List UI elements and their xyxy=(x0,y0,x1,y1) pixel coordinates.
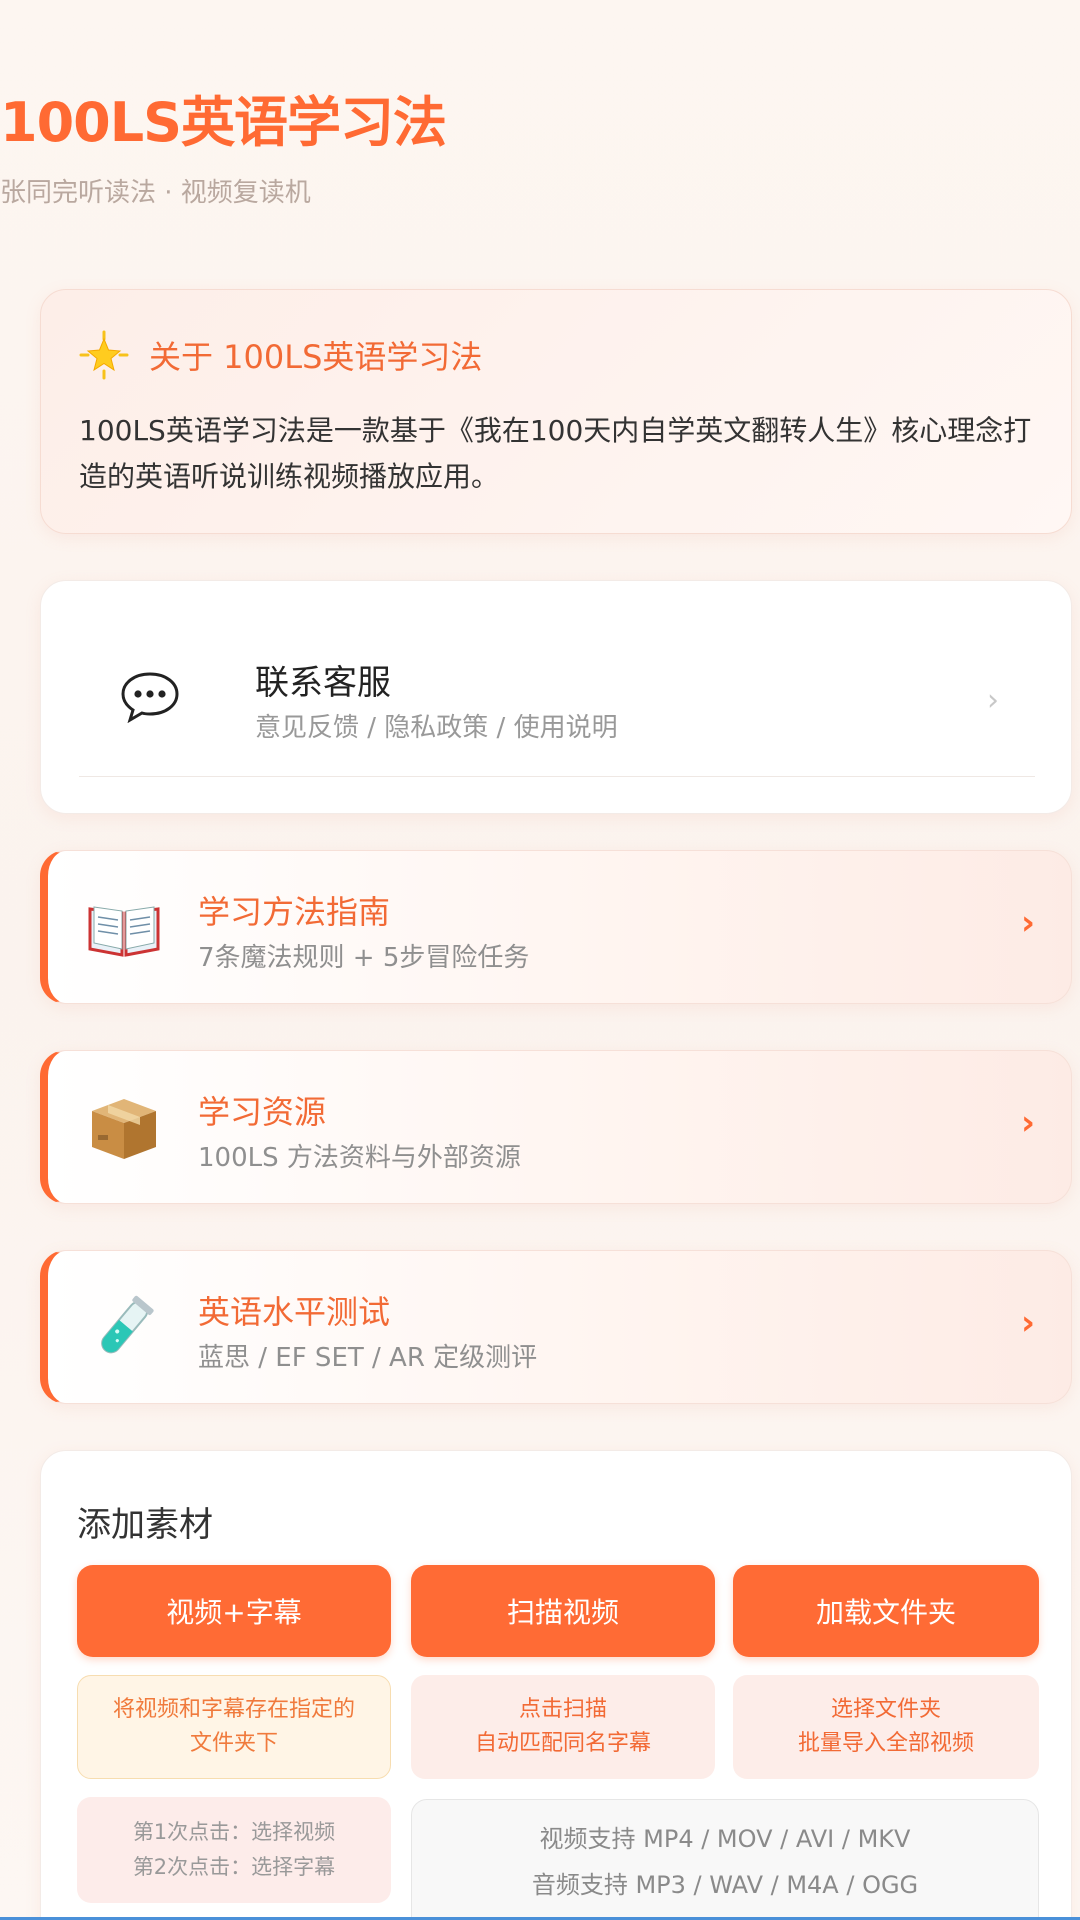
video-subtitle-button[interactable]: 视频+字幕 xyxy=(77,1565,391,1657)
step-line: 第1次点击：选择视频 xyxy=(132,1820,336,1844)
package-box-icon xyxy=(92,1099,156,1159)
hint-line: 点击扫描 xyxy=(518,1697,607,1722)
load-folder-hint: 选择文件夹 批量导入全部视频 xyxy=(733,1675,1039,1779)
menu-item-title: 学习方法指南 xyxy=(198,893,391,931)
contact-card: 联系客服 意见反馈 / 隐私政策 / 使用说明 › xyxy=(40,580,1072,814)
hint-line: 自动匹配同名字幕 xyxy=(474,1731,651,1756)
menu-item-english-test[interactable]: 英语水平测试 蓝思 / EF SET / AR 定级测评 › xyxy=(40,1250,1072,1404)
scan-video-hint: 点击扫描 自动匹配同名字幕 xyxy=(411,1675,715,1779)
add-material-card: 添加素材 视频+字幕 扫描视频 加载文件夹 将视频和字幕存在指定的 文件夹下 点… xyxy=(40,1450,1072,1920)
chevron-right-icon: › xyxy=(1020,1103,1035,1143)
open-book-icon xyxy=(88,906,160,957)
speech-bubble-icon xyxy=(121,672,179,723)
scan-video-button[interactable]: 扫描视频 xyxy=(411,1565,715,1657)
supported-formats-note: 视频支持 MP4 / MOV / AVI / MKV 音频支持 MP3 / WA… xyxy=(411,1799,1039,1920)
menu-item-study-guide[interactable]: 学习方法指南 7条魔法规则 + 5步冒险任务 › xyxy=(40,850,1072,1004)
hint-line: 文件夹下 xyxy=(189,1731,278,1756)
contact-support-row[interactable]: 联系客服 意见反馈 / 隐私政策 / 使用说明 › xyxy=(79,581,1035,777)
chevron-right-icon: › xyxy=(1020,1303,1035,1343)
about-card: 关于 100LS英语学习法 100LS英语学习法是一款基于《我在100天内自学英… xyxy=(40,289,1072,534)
about-description: 100LS英语学习法是一款基于《我在100天内自学英文翻转人生》核心理念打造的英… xyxy=(79,414,1032,493)
menu-item-title: 英语水平测试 xyxy=(198,1293,391,1331)
about-title: 关于 100LS英语学习法 xyxy=(149,338,483,376)
chevron-right-icon: › xyxy=(987,683,999,718)
step-line: 第2次点击：选择字幕 xyxy=(132,1855,336,1879)
contact-title: 联系客服 xyxy=(255,663,391,703)
hint-line: 选择文件夹 xyxy=(830,1697,941,1722)
hint-line: 将视频和字幕存在指定的 xyxy=(112,1697,355,1722)
app-title: 100LS英语学习法 xyxy=(0,91,447,154)
hint-line: 批量导入全部视频 xyxy=(797,1731,974,1756)
glowing-star-icon xyxy=(79,330,129,380)
about-header: 关于 100LS英语学习法 xyxy=(79,330,482,380)
menu-item-subtitle: 100LS 方法资料与外部资源 xyxy=(198,1143,521,1173)
app-subtitle: 张同完听读法 · 视频复读机 xyxy=(0,178,311,208)
load-folder-button[interactable]: 加载文件夹 xyxy=(733,1565,1039,1657)
test-tube-icon xyxy=(101,1295,154,1354)
menu-item-title: 学习资源 xyxy=(198,1093,327,1131)
chevron-right-icon: › xyxy=(1020,903,1035,943)
video-formats: 视频支持 MP4 / MOV / AVI / MKV xyxy=(539,1825,911,1853)
add-material-title: 添加素材 xyxy=(77,1505,213,1545)
click-steps-note: 第1次点击：选择视频 第2次点击：选择字幕 xyxy=(77,1797,391,1903)
audio-formats: 音频支持 MP3 / WAV / M4A / OGG xyxy=(531,1871,919,1899)
menu-item-resources[interactable]: 学习资源 100LS 方法资料与外部资源 › xyxy=(40,1050,1072,1204)
video-subtitle-hint: 将视频和字幕存在指定的 文件夹下 xyxy=(77,1675,391,1779)
menu-item-subtitle: 蓝思 / EF SET / AR 定级测评 xyxy=(198,1343,538,1373)
contact-subtitle: 意见反馈 / 隐私政策 / 使用说明 xyxy=(255,713,618,743)
menu-item-subtitle: 7条魔法规则 + 5步冒险任务 xyxy=(198,943,530,973)
